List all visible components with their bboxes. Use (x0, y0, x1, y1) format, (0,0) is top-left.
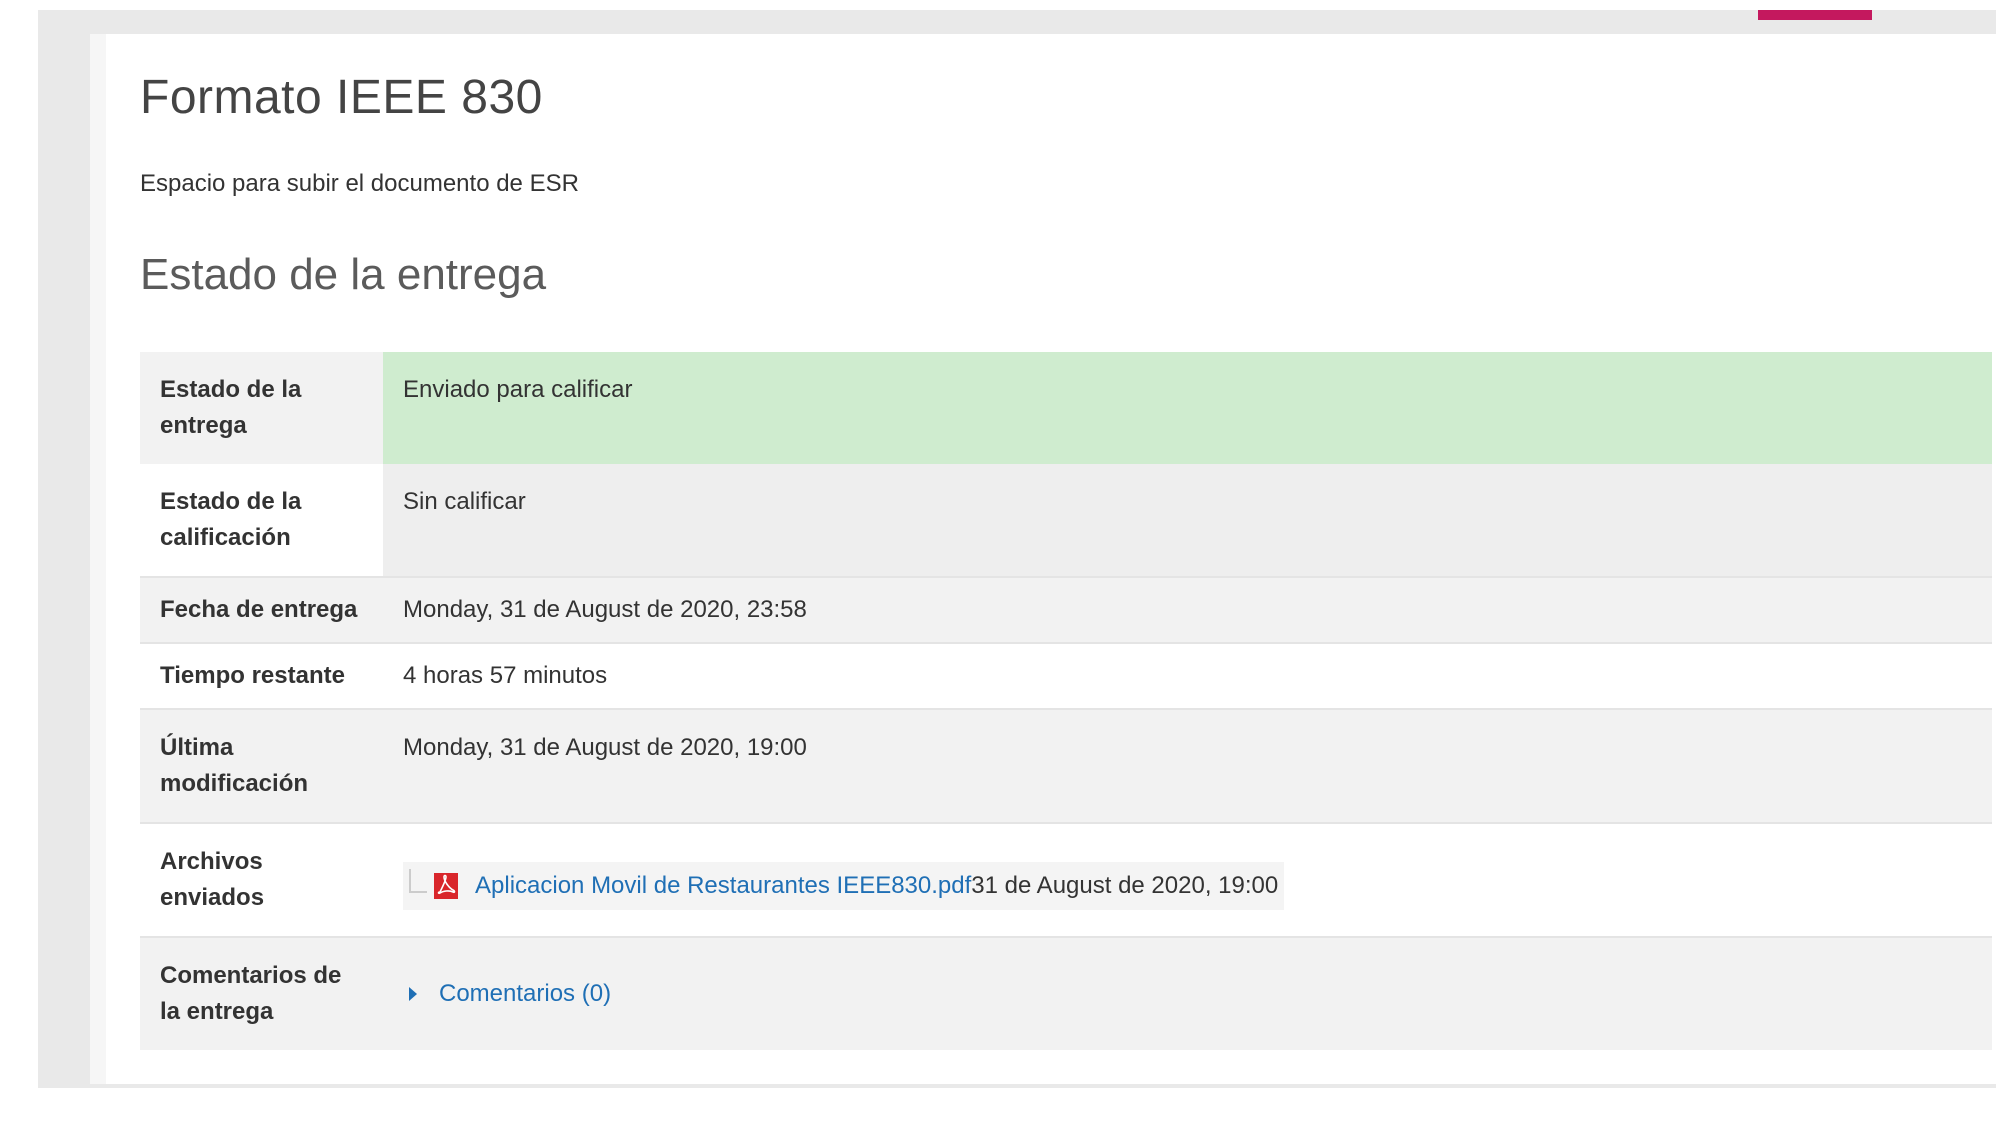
page-description: Espacio para subir el documento de ESR (140, 170, 579, 197)
submission-status-table: Estado de la entrega Enviado para califi… (140, 352, 1992, 1050)
time-remaining-value: 4 horas 57 minutos (383, 642, 1992, 709)
row-label: Archivos enviados (140, 822, 383, 937)
table-row: Archivos enviados Aplicacion Movil de Re… (140, 822, 1992, 937)
assignment-card: Formato IEEE 830 Espacio para subir el d… (106, 34, 2000, 1084)
page-frame: Formato IEEE 830 Espacio para subir el d… (38, 10, 2000, 1088)
row-label: Tiempo restante (140, 642, 383, 709)
last-modified-value: Monday, 31 de August de 2020, 19:00 (383, 708, 1992, 823)
tree-connector (409, 869, 427, 893)
section-title: Estado de la entrega (140, 250, 547, 299)
left-strip (90, 34, 106, 1084)
row-label: Última modificación (140, 708, 383, 823)
file-link[interactable]: Aplicacion Movil de Restaurantes IEEE830… (475, 868, 971, 904)
comments-link[interactable]: Comentarios (0) (439, 976, 611, 1012)
grading-status-value: Sin calificar (383, 464, 1992, 577)
file-date: 31 de August de 2020, 19:00 (971, 872, 1279, 899)
due-date-value: Monday, 31 de August de 2020, 23:58 (383, 576, 1992, 643)
table-row: Estado de la calificación Sin calificar (140, 464, 1992, 577)
comments-cell: Comentarios (0) (383, 936, 1992, 1050)
table-row: Comentarios de la entrega Comentarios (0… (140, 936, 1992, 1050)
table-row: Fecha de entrega Monday, 31 de August de… (140, 576, 1992, 643)
file-entry: Aplicacion Movil de Restaurantes IEEE830… (403, 862, 1285, 910)
table-row: Última modificación Monday, 31 de August… (140, 708, 1992, 823)
comments-toggle[interactable]: Comentarios (0) (409, 976, 611, 1012)
row-label: Estado de la entrega (140, 352, 383, 464)
accent-bar (1758, 10, 1872, 20)
row-label: Comentarios de la entrega (140, 936, 383, 1050)
caret-right-icon[interactable] (409, 987, 417, 1001)
table-row: Tiempo restante 4 horas 57 minutos (140, 642, 1992, 709)
row-label: Estado de la calificación (140, 464, 383, 577)
submitted-files-cell: Aplicacion Movil de Restaurantes IEEE830… (383, 822, 1992, 937)
row-label: Fecha de entrega (140, 576, 383, 643)
table-row: Estado de la entrega Enviado para califi… (140, 352, 1992, 464)
submission-status-value: Enviado para calificar (383, 352, 1992, 464)
pdf-icon (434, 873, 458, 899)
page-title: Formato IEEE 830 (140, 71, 543, 124)
